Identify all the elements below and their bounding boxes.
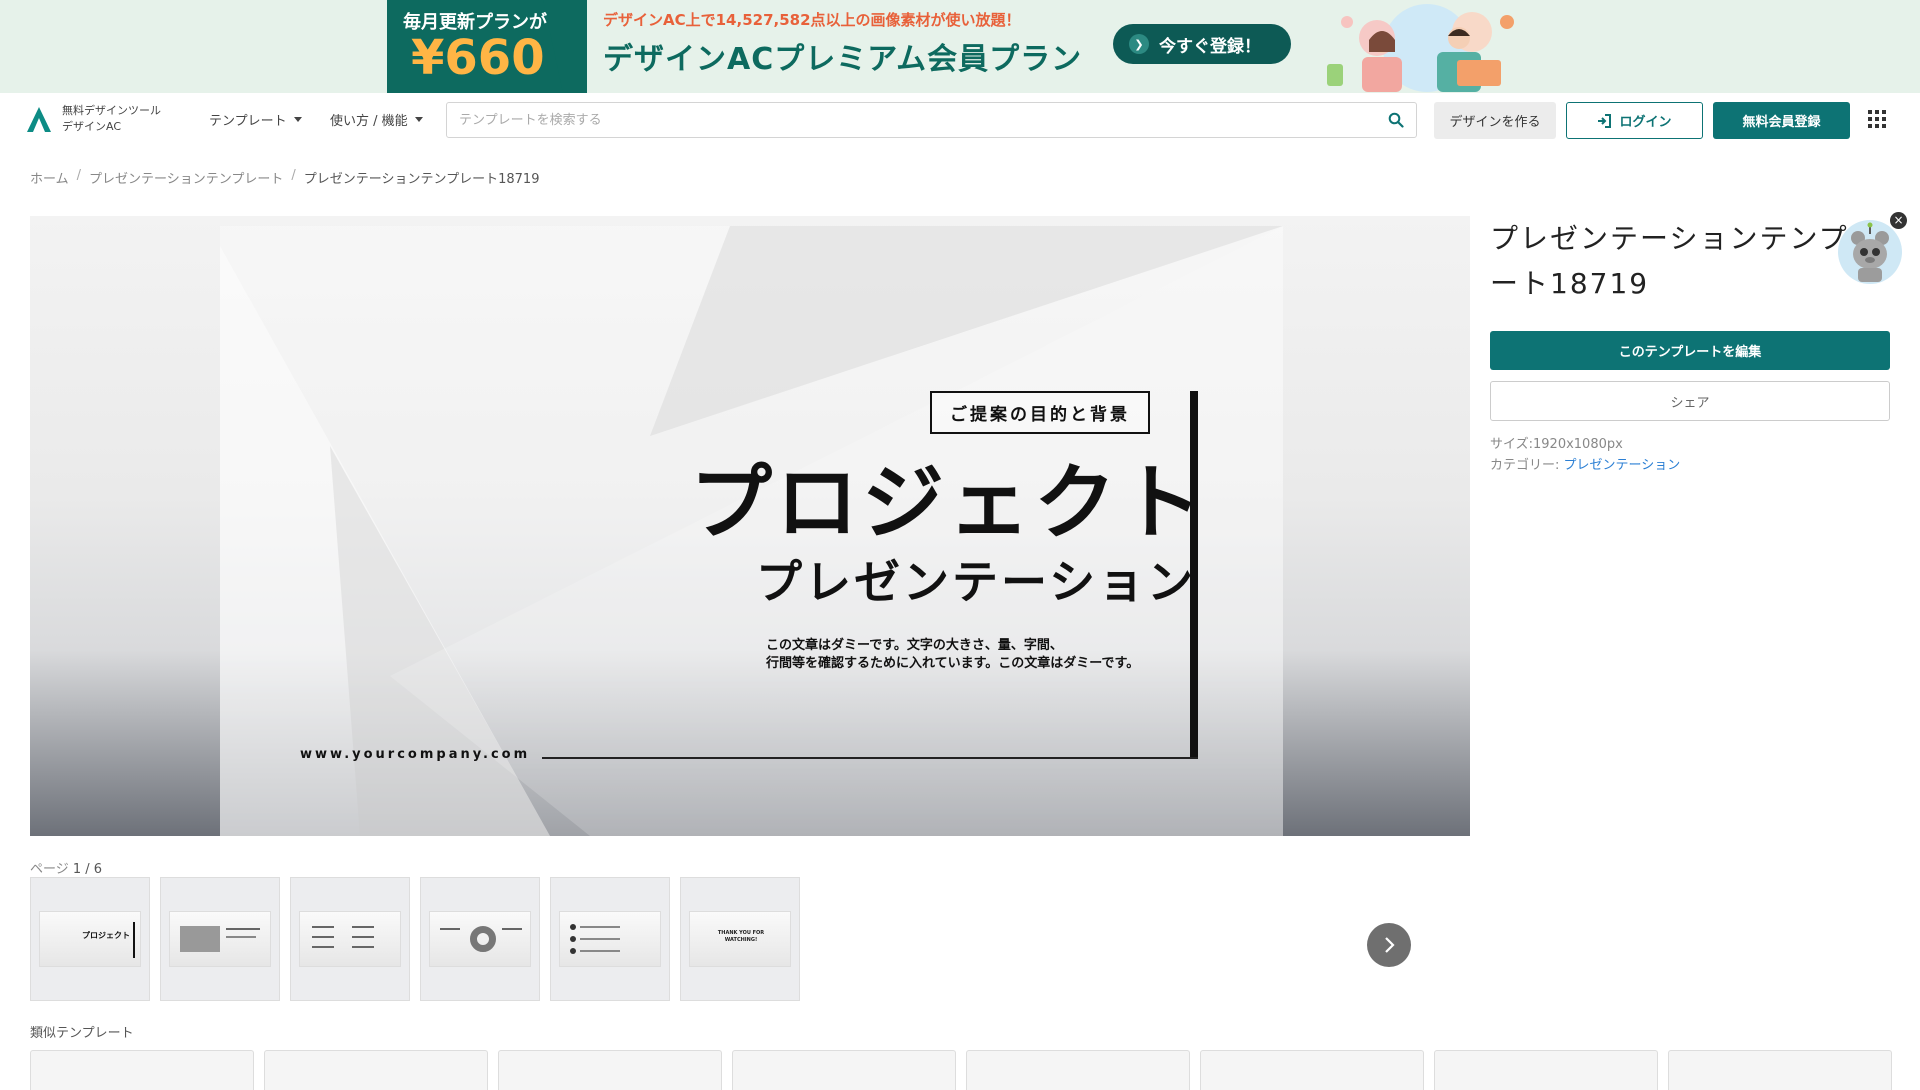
thumb-text: プロジェクト (82, 931, 130, 940)
template-category: カテゴリー: プレゼンテーション (1490, 454, 1680, 473)
slide-title: プロジェクト (690, 456, 1207, 551)
ad-unlimited-text: デザインAC上で14,527,582点以上の画像素材が使い放題！ (603, 11, 1021, 29)
nav-templates[interactable]: テンプレート (209, 110, 302, 129)
nav-howto-label: 使い方 / 機能 (330, 114, 408, 129)
login-button[interactable]: ログイン (1566, 102, 1703, 139)
breadcrumb-category[interactable]: プレゼンテーションテンプレート (89, 168, 283, 187)
apps-grid-icon[interactable] (1868, 110, 1886, 128)
create-design-button[interactable]: デザインを作る (1434, 102, 1556, 139)
ad-banner-content[interactable]: 毎月更新プランが ¥660 デザインAC上で14,527,582点以上の画像素材… (387, 0, 1530, 93)
search-input[interactable] (459, 103, 1359, 137)
page-thumb-1[interactable]: プロジェクト (30, 877, 150, 1001)
size-label: サイズ: (1490, 437, 1533, 452)
logo-icon (27, 107, 51, 132)
slide-url: www.yourcompany.com (300, 747, 531, 762)
caret-down-icon (414, 117, 423, 122)
template-size: サイズ:1920x1080px (1490, 433, 1623, 452)
page-thumb-image: THANK YOU FOR WATCHING! (689, 911, 791, 967)
ad-plan-title: デザインACプレミアム会員プラン (603, 42, 1083, 77)
page-thumb-image (169, 911, 271, 967)
ad-price: ¥660 (411, 30, 545, 86)
template-preview: ご提案の目的と背景 プロジェクト プレゼンテーション この文章はダミーです。文字… (30, 216, 1470, 836)
chevron-right-icon (1385, 937, 1395, 953)
breadcrumb-home[interactable]: ホーム (30, 168, 69, 187)
edit-template-button[interactable]: このテンプレートを編集 (1490, 331, 1890, 370)
page-thumb-image (299, 911, 401, 967)
similar-template-card[interactable] (1434, 1050, 1658, 1090)
similar-template-card[interactable] (966, 1050, 1190, 1090)
slide-tag: ご提案の目的と背景 (930, 391, 1150, 434)
signup-button[interactable]: 無料会員登録 (1713, 102, 1850, 139)
page-thumb-5[interactable] (550, 877, 670, 1001)
breadcrumb: ホーム / プレゼンテーションテンプレート / プレゼンテーションテンプレート1… (30, 168, 539, 187)
page-thumb-image: プロジェクト (39, 911, 141, 967)
search-icon[interactable] (1388, 112, 1404, 128)
template-title: プレゼンテーションテンプレート18719 (1490, 222, 1879, 300)
page-thumb-4[interactable] (420, 877, 540, 1001)
site-header: 無料デザインツール デザインAC テンプレート 使い方 / 機能 デザインを作る… (0, 93, 1920, 147)
caret-down-icon (293, 117, 302, 122)
logo-line2: デザインAC (62, 120, 122, 133)
similar-template-card[interactable] (498, 1050, 722, 1090)
similar-template-card[interactable] (1200, 1050, 1424, 1090)
similar-templates-list (30, 1050, 1892, 1090)
share-button[interactable]: シェア (1490, 381, 1890, 421)
similar-template-card[interactable] (1668, 1050, 1892, 1090)
search-box (446, 102, 1417, 138)
nav-templates-label: テンプレート (209, 114, 287, 129)
slide-horizontal-line (542, 757, 1198, 759)
category-link[interactable]: プレゼンテーション (1564, 458, 1681, 473)
login-label: ログイン (1619, 115, 1672, 130)
size-value: 1920x1080px (1533, 437, 1623, 452)
page-counter: ページ 1 / 6 (30, 858, 102, 877)
mascot-chat-widget[interactable] (1838, 220, 1902, 284)
ad-register-label: 今すぐ登録！ (1159, 36, 1261, 57)
ad-illustration (1327, 4, 1514, 92)
page-counter-value: 1 / 6 (72, 862, 103, 877)
category-label: カテゴリー: (1490, 458, 1560, 473)
slide-body-line1: この文章はダミーです。文字の大きさ、量、字間、 (766, 638, 1063, 653)
similar-template-card[interactable] (732, 1050, 956, 1090)
page-thumb-image (559, 911, 661, 967)
similar-template-card[interactable] (264, 1050, 488, 1090)
logo-line1: 無料デザインツール (62, 104, 161, 117)
next-page-button[interactable] (1367, 923, 1411, 967)
page-thumb-3[interactable] (290, 877, 410, 1001)
breadcrumb-separator: / (76, 168, 82, 183)
ad-register-button[interactable]: ❯ 今すぐ登録！ (1113, 24, 1291, 64)
robot-mascot-icon (1851, 222, 1889, 282)
breadcrumb-current: プレゼンテーションテンプレート18719 (303, 172, 540, 187)
slide-body-line2: 行間等を確認するために入れています。この文章はダミーです。 (766, 656, 1140, 671)
slide-body: この文章はダミーです。文字の大きさ、量、字間、 行間等を確認するために入れていま… (766, 637, 1166, 673)
page-thumb-6[interactable]: THANK YOU FOR WATCHING! (680, 877, 800, 1001)
nav-howto[interactable]: 使い方 / 機能 (330, 110, 423, 129)
similar-template-card[interactable] (30, 1050, 254, 1090)
page-thumb-2[interactable] (160, 877, 280, 1001)
similar-templates-heading: 類似テンプレート (30, 1026, 134, 1041)
close-icon[interactable]: × (1890, 212, 1907, 229)
slide-subtitle: プレゼンテーション (756, 555, 1197, 609)
ad-banner[interactable]: 毎月更新プランが ¥660 デザインAC上で14,527,582点以上の画像素材… (0, 0, 1920, 93)
thumb-text: THANK YOU FOR WATCHING! (717, 930, 765, 943)
login-icon (1598, 113, 1612, 128)
page-thumbnails: プロジェクト THANK YOU FOR WATCHING! (30, 877, 800, 1001)
chevron-right-icon: ❯ (1129, 34, 1149, 54)
thumb-bar (133, 922, 135, 958)
page-thumb-image (429, 911, 531, 967)
site-logo[interactable]: 無料デザインツール デザインAC (24, 103, 161, 135)
page-counter-label: ページ (30, 862, 69, 877)
breadcrumb-separator: / (291, 168, 296, 183)
logo-text: 無料デザインツール デザインAC (62, 103, 161, 135)
